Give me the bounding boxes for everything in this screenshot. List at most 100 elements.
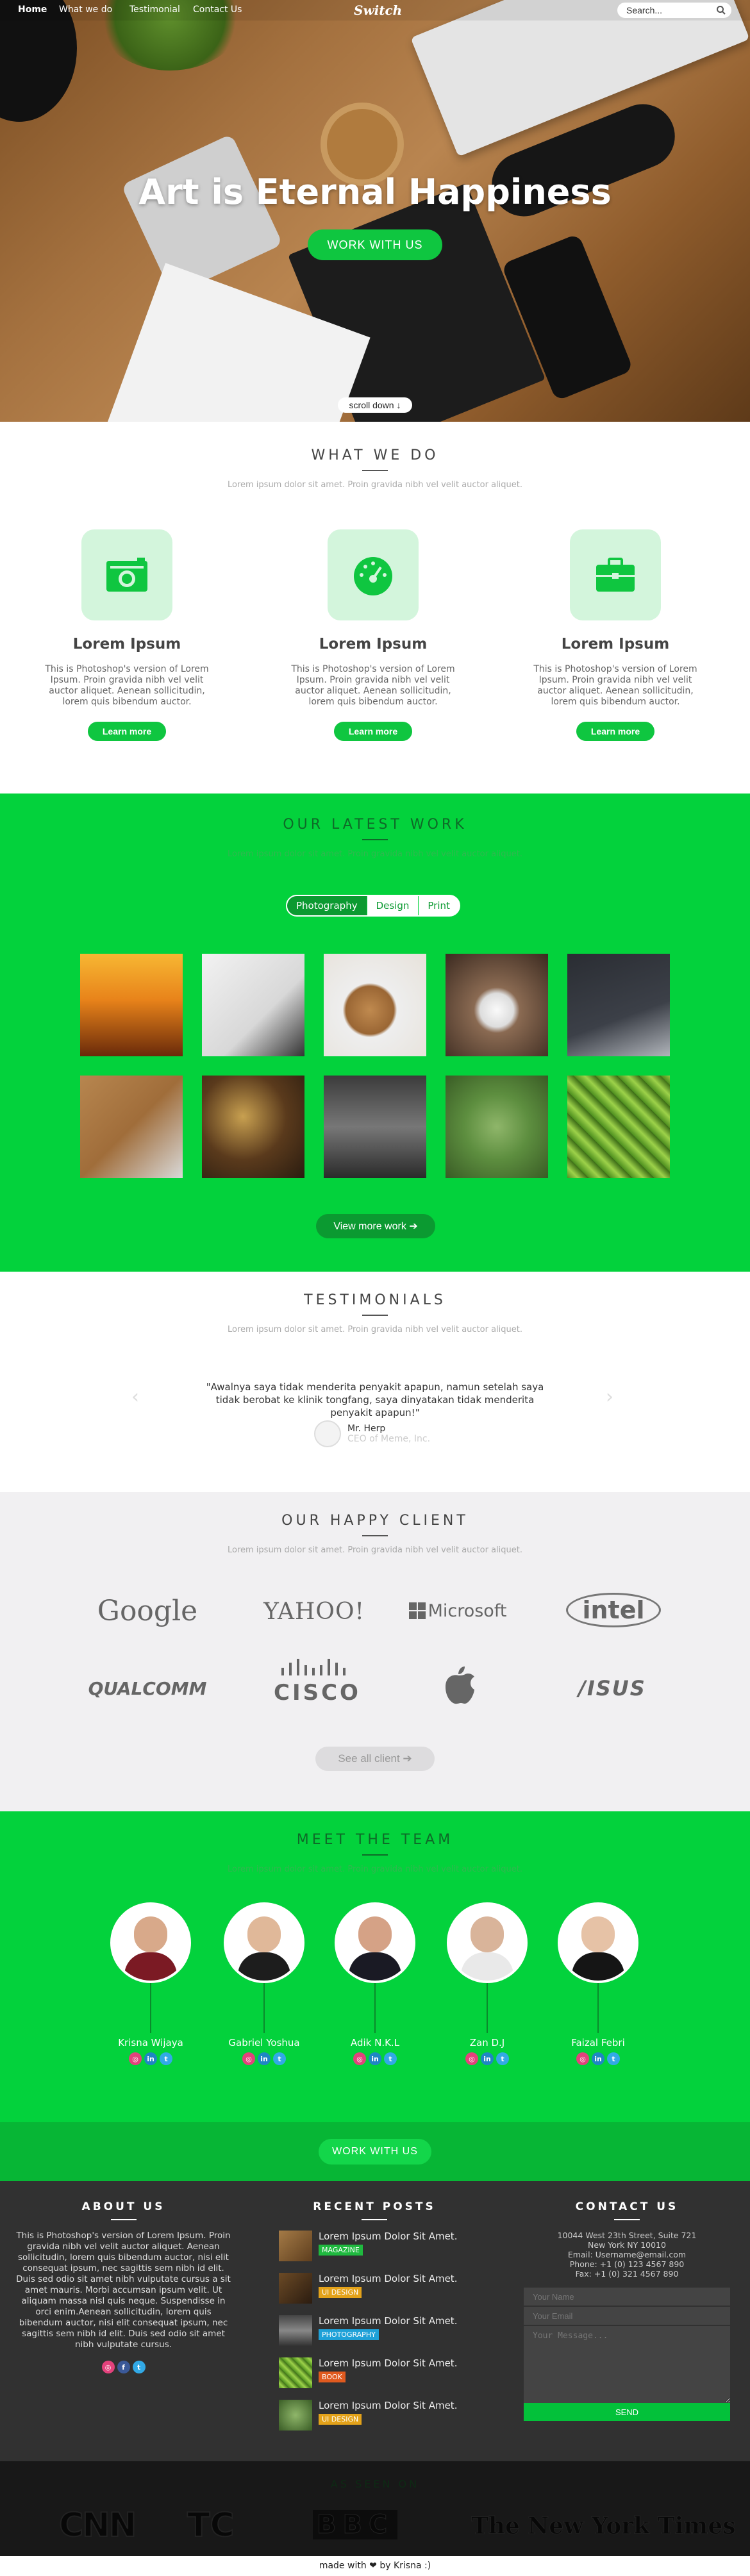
member-connector <box>597 1983 599 2033</box>
post-title[interactable]: Lorem Ipsum Dolor Sit Amet. <box>319 2315 457 2327</box>
portfolio-thumbnail[interactable] <box>446 1076 548 1178</box>
nav-testimonial[interactable]: Testimonial <box>129 4 180 15</box>
learn-more-button[interactable]: Learn more <box>334 722 412 741</box>
name-field[interactable] <box>524 2288 730 2306</box>
work-with-us-footer-button[interactable]: WORK WITH US <box>319 2139 431 2165</box>
client-logo-asus: /ISUS <box>578 1676 646 1700</box>
dribbble-icon[interactable]: ◎ <box>129 2052 142 2065</box>
client-logo-cisco: CISCO <box>247 1659 388 1705</box>
post-title[interactable]: Lorem Ipsum Dolor Sit Amet. <box>319 2357 457 2369</box>
chevron-left-icon[interactable]: ‹ <box>131 1386 139 1408</box>
twitter-icon[interactable]: t <box>496 2052 509 2065</box>
dribbble-icon[interactable]: ◎ <box>353 2052 366 2065</box>
tab-design[interactable]: Design <box>367 896 419 915</box>
title-divider <box>362 1535 388 1536</box>
member-connector <box>487 1983 488 2033</box>
learn-more-button[interactable]: Learn more <box>576 722 654 741</box>
dribbble-icon[interactable]: ◎ <box>465 2052 478 2065</box>
twitter-icon[interactable]: t <box>160 2052 172 2065</box>
contact-address-2: New York NY 10010 <box>588 2240 666 2250</box>
post-title[interactable]: Lorem Ipsum Dolor Sit Amet. <box>319 2231 457 2242</box>
facebook-icon[interactable]: f <box>117 2361 130 2373</box>
work-with-us-button[interactable]: WORK WITH US <box>308 229 442 260</box>
post-item[interactable]: Lorem Ipsum Dolor Sit Amet. BOOK <box>279 2357 471 2388</box>
send-button[interactable]: SEND <box>524 2403 730 2421</box>
portfolio-thumbnail[interactable] <box>80 954 183 1056</box>
linkedin-icon[interactable]: in <box>144 2052 157 2065</box>
portfolio-thumbnail[interactable] <box>567 1076 670 1178</box>
nav-home[interactable]: Home <box>18 4 47 15</box>
post-thumbnail[interactable] <box>279 2315 312 2346</box>
briefcase-icon <box>596 558 635 592</box>
twitter-icon[interactable]: t <box>132 2361 146 2373</box>
post-item[interactable]: Lorem Ipsum Dolor Sit Amet. UI DESIGN <box>279 2273 471 2304</box>
member-photo[interactable] <box>224 1902 304 1983</box>
linkedin-icon[interactable]: in <box>481 2052 494 2065</box>
member-photo[interactable] <box>335 1902 415 1983</box>
post-tag[interactable]: PHOTOGRAPHY <box>319 2329 379 2340</box>
see-all-client-button[interactable]: See all client ➔ <box>315 1747 435 1771</box>
linkedin-icon[interactable]: in <box>258 2052 271 2065</box>
post-title[interactable]: Lorem Ipsum Dolor Sit Amet. <box>319 2273 457 2284</box>
member-name: Zan D.J <box>469 2037 505 2048</box>
dribbble-icon[interactable]: ◎ <box>576 2052 589 2065</box>
twitter-icon[interactable]: t <box>384 2052 397 2065</box>
tab-print[interactable]: Print <box>419 896 459 915</box>
portfolio-thumbnail[interactable] <box>324 1076 426 1178</box>
as-seen-on-section: AS SEEN ON CNN TC BBC The New York Times <box>0 2461 750 2556</box>
member-photo[interactable] <box>110 1902 191 1983</box>
post-thumbnail[interactable] <box>279 2357 312 2388</box>
portfolio-thumbnail[interactable] <box>202 1076 304 1178</box>
team-member: Krisna Wijaya ◎ in t <box>109 1902 192 2065</box>
scroll-down-button[interactable]: scroll down ↓ <box>338 397 412 413</box>
member-photo[interactable] <box>558 1902 638 1983</box>
chevron-right-icon[interactable]: › <box>606 1386 613 1408</box>
dribbble-icon[interactable]: ◎ <box>242 2052 255 2065</box>
service-card: Lorem Ipsum This is Photoshop's version … <box>277 529 469 741</box>
team-member: Adik N.K.L ◎ in t <box>333 1902 417 2065</box>
learn-more-button[interactable]: Learn more <box>88 722 166 741</box>
post-tag[interactable]: MAGAZINE <box>319 2245 363 2256</box>
dribbble-icon[interactable]: ◎ <box>101 2361 115 2373</box>
portfolio-thumbnail[interactable] <box>446 954 548 1056</box>
latest-work-section: OUR LATEST WORK Lorem ipsum dolor sit am… <box>0 794 750 1272</box>
title-divider <box>110 2219 137 2220</box>
post-tag[interactable]: UI DESIGN <box>319 2414 362 2425</box>
post-item[interactable]: Lorem Ipsum Dolor Sit Amet. UI DESIGN <box>279 2400 471 2431</box>
search-input[interactable] <box>617 3 731 18</box>
title-divider <box>362 470 388 471</box>
member-socials: ◎ in t <box>556 2052 640 2065</box>
post-thumbnail[interactable] <box>279 2273 312 2304</box>
tab-photography[interactable]: Photography <box>287 896 367 915</box>
post-thumbnail[interactable] <box>279 2400 312 2431</box>
portfolio-thumbnail[interactable] <box>324 954 426 1056</box>
message-field[interactable] <box>524 2326 730 2403</box>
hero-section: Home What we do Testimonial Contact Us S… <box>0 0 750 422</box>
post-item[interactable]: Lorem Ipsum Dolor Sit Amet. MAGAZINE <box>279 2231 471 2261</box>
post-tag[interactable]: BOOK <box>319 2372 346 2382</box>
site-logo[interactable]: Switch <box>354 3 402 18</box>
member-name: Faizal Febri <box>571 2037 625 2048</box>
portfolio-thumbnail[interactable] <box>80 1076 183 1178</box>
about-us-column: ABOUT US This is Photoshop's version of … <box>16 2200 231 2373</box>
portfolio-thumbnail[interactable] <box>567 954 670 1056</box>
linkedin-icon[interactable]: in <box>369 2052 381 2065</box>
post-item[interactable]: Lorem Ipsum Dolor Sit Amet. PHOTOGRAPHY <box>279 2315 471 2346</box>
twitter-icon[interactable]: t <box>607 2052 620 2065</box>
recent-posts-column: RECENT POSTS Lorem Ipsum Dolor Sit Amet.… <box>279 2200 471 2442</box>
nav-contact-us[interactable]: Contact Us <box>193 4 242 15</box>
footer: ABOUT US This is Photoshop's version of … <box>0 2181 750 2461</box>
portfolio-thumbnail[interactable] <box>202 954 304 1056</box>
linkedin-icon[interactable]: in <box>592 2052 604 2065</box>
contact-email: Email: Username@email.com <box>567 2250 687 2259</box>
email-field[interactable] <box>524 2307 730 2325</box>
post-tag[interactable]: UI DESIGN <box>319 2287 362 2298</box>
twitter-icon[interactable]: t <box>273 2052 286 2065</box>
nav-what-we-do[interactable]: What we do <box>59 4 112 15</box>
post-title[interactable]: Lorem Ipsum Dolor Sit Amet. <box>319 2400 457 2411</box>
title-divider <box>362 1854 388 1856</box>
post-thumbnail[interactable] <box>279 2231 312 2261</box>
member-photo[interactable] <box>447 1902 528 1983</box>
search-icon[interactable] <box>716 5 726 15</box>
view-more-work-button[interactable]: View more work ➔ <box>316 1214 435 1238</box>
